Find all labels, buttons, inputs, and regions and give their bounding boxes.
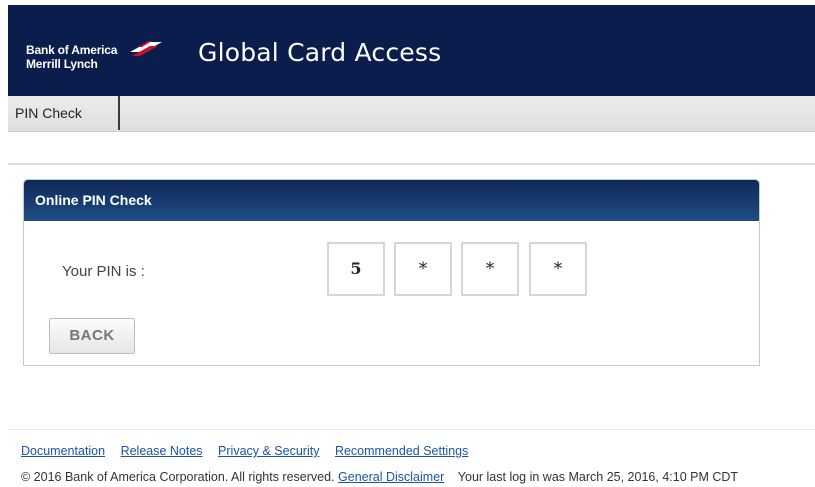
general-disclaimer-link[interactable]: General Disclaimer: [338, 470, 444, 484]
documentation-link[interactable]: Documentation: [21, 444, 105, 458]
logo-line-2: Merrill Lynch: [26, 57, 98, 71]
bank-of-america-flag-icon: [130, 41, 162, 56]
tab-pin-check[interactable]: PIN Check: [8, 96, 120, 130]
panel-title: Online PIN Check: [24, 180, 759, 221]
footer-divider: [8, 429, 815, 430]
app-title: Global Card Access: [198, 38, 442, 67]
pin-check-panel: Online PIN Check Your PIN is : 5 * * * B…: [23, 179, 760, 366]
release-notes-link[interactable]: Release Notes: [121, 444, 203, 458]
footer-copyright-row: © 2016 Bank of America Corporation. All …: [21, 470, 738, 484]
app-header: Bank of America Merrill Lynch Global Car…: [8, 5, 815, 96]
back-button[interactable]: BACK: [49, 318, 135, 354]
pin-digit-3: *: [461, 242, 519, 296]
logo[interactable]: Bank of America Merrill Lynch: [26, 41, 162, 71]
pin-digit-1: 5: [327, 242, 385, 296]
pin-label: Your PIN is :: [62, 263, 145, 280]
copyright-text: © 2016 Bank of America Corporation. All …: [21, 470, 335, 484]
nav-bar: PIN Check: [8, 96, 815, 132]
footer-links: Documentation Release Notes Privacy & Se…: [21, 444, 480, 458]
pin-digit-4: *: [529, 242, 587, 296]
pin-digit-2: *: [394, 242, 452, 296]
last-login-text: Your last log in was March 25, 2016, 4:1…: [457, 470, 739, 484]
divider: [8, 163, 815, 165]
privacy-security-link[interactable]: Privacy & Security: [218, 444, 319, 458]
logo-line-1: Bank of America: [26, 43, 118, 57]
recommended-settings-link[interactable]: Recommended Settings: [335, 444, 468, 458]
